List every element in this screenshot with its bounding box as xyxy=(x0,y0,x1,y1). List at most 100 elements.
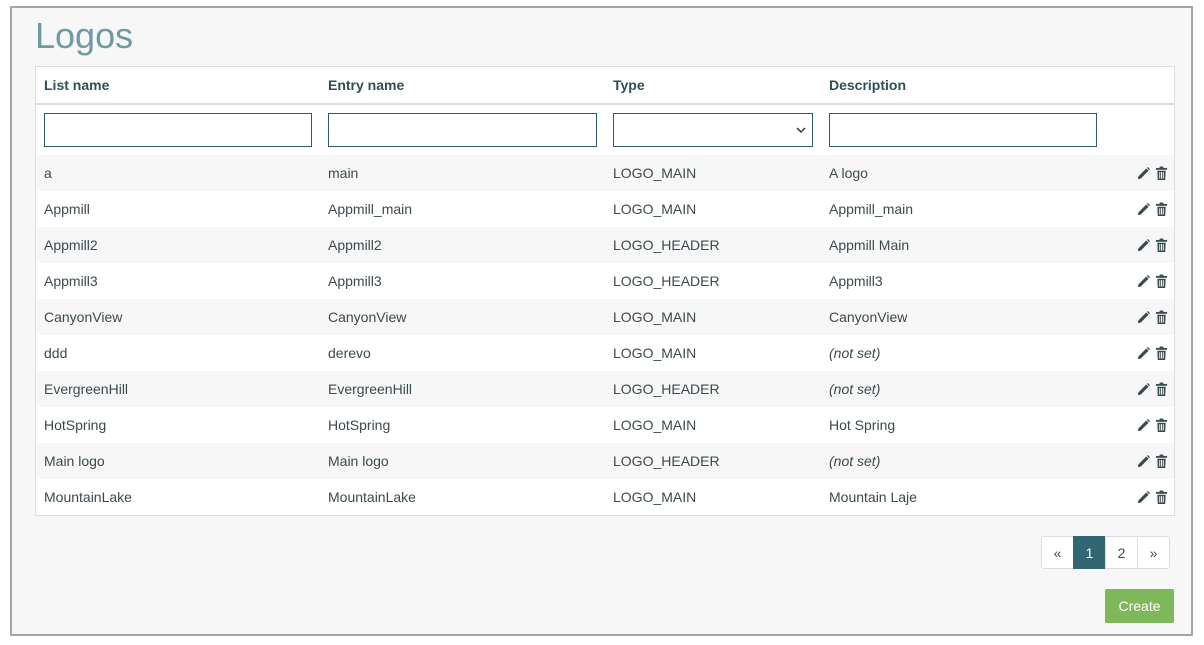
description-filter-input[interactable] xyxy=(829,113,1097,147)
column-header-description[interactable]: Description xyxy=(821,67,1104,105)
cell-actions xyxy=(1104,299,1174,335)
cell-description: CanyonView xyxy=(821,299,1104,335)
cell-entry-name: HotSpring xyxy=(320,407,605,443)
pencil-icon[interactable] xyxy=(1136,166,1151,182)
cell-list-name: EvergreenHill xyxy=(36,371,320,407)
trash-icon[interactable] xyxy=(1154,418,1168,434)
type-filter-select-wrapper xyxy=(613,113,813,147)
logos-table: List name Entry name Type Description a … xyxy=(36,67,1174,515)
cell-entry-name: Main logo xyxy=(320,443,605,479)
pencil-icon[interactable] xyxy=(1136,418,1151,434)
cell-description: (not set) xyxy=(821,371,1104,407)
cell-list-name: ddd xyxy=(36,335,320,371)
trash-icon[interactable] xyxy=(1154,274,1168,290)
cell-type: LOGO_MAIN xyxy=(605,479,821,515)
cell-entry-name: Appmill3 xyxy=(320,263,605,299)
table-row: EvergreenHill EvergreenHill LOGO_HEADER (no… xyxy=(36,371,1174,407)
cell-actions xyxy=(1104,263,1174,299)
cell-actions xyxy=(1104,479,1174,515)
pencil-icon[interactable] xyxy=(1136,310,1151,326)
pencil-icon[interactable] xyxy=(1136,382,1151,398)
trash-icon[interactable] xyxy=(1154,346,1168,362)
pagination: « 1 2 » xyxy=(1041,536,1170,569)
pencil-icon[interactable] xyxy=(1136,274,1151,290)
filter-cell-entry-name xyxy=(320,104,605,155)
cell-list-name: Main logo xyxy=(36,443,320,479)
cell-list-name: a xyxy=(36,155,320,191)
table-row: Appmill Appmill_main LOGO_MAIN Appmill_main xyxy=(36,191,1174,227)
filter-cell-type xyxy=(605,104,821,155)
cell-entry-name: EvergreenHill xyxy=(320,371,605,407)
logos-panel: Logos List name Entry name Type Descript… xyxy=(10,6,1193,636)
pencil-icon[interactable] xyxy=(1136,346,1151,362)
trash-icon[interactable] xyxy=(1154,202,1168,218)
filter-cell-description xyxy=(821,104,1104,155)
cell-type: LOGO_MAIN xyxy=(605,299,821,335)
table-row: Appmill2 Appmill2 LOGO_HEADER Appmill Main xyxy=(36,227,1174,263)
pencil-icon[interactable] xyxy=(1136,454,1151,470)
table-row: HotSpring HotSpring LOGO_MAIN Hot Spring xyxy=(36,407,1174,443)
cell-description: A logo xyxy=(821,155,1104,191)
cell-type: LOGO_HEADER xyxy=(605,263,821,299)
trash-icon[interactable] xyxy=(1154,310,1168,326)
column-header-entry-name[interactable]: Entry name xyxy=(320,67,605,105)
table-row: ddd derevo LOGO_MAIN (not set) xyxy=(36,335,1174,371)
cell-list-name: Appmill3 xyxy=(36,263,320,299)
page-title: Logos xyxy=(35,15,134,56)
cell-type: LOGO_HEADER xyxy=(605,443,821,479)
cell-actions xyxy=(1104,155,1174,191)
cell-actions xyxy=(1104,443,1174,479)
create-button[interactable]: Create xyxy=(1105,589,1174,623)
cell-type: LOGO_MAIN xyxy=(605,407,821,443)
trash-icon[interactable] xyxy=(1154,166,1168,182)
cell-entry-name: Appmill2 xyxy=(320,227,605,263)
trash-icon[interactable] xyxy=(1154,382,1168,398)
cell-actions xyxy=(1104,227,1174,263)
logos-table-body: a main LOGO_MAIN A logo Appmill Appmill_main L… xyxy=(36,155,1174,515)
list-name-filter-input[interactable] xyxy=(44,113,312,147)
table-row: CanyonView CanyonView LOGO_MAIN CanyonView xyxy=(36,299,1174,335)
cell-description: Appmill_main xyxy=(821,191,1104,227)
trash-icon[interactable] xyxy=(1154,490,1168,506)
pagination-prev-button[interactable]: « xyxy=(1041,536,1074,569)
cell-list-name: HotSpring xyxy=(36,407,320,443)
logos-grid: List name Entry name Type Description a … xyxy=(35,66,1175,516)
cell-entry-name: main xyxy=(320,155,605,191)
cell-type: LOGO_MAIN xyxy=(605,155,821,191)
cell-list-name: Appmill xyxy=(36,191,320,227)
entry-name-filter-input[interactable] xyxy=(328,113,597,147)
cell-list-name: Appmill2 xyxy=(36,227,320,263)
cell-entry-name: Appmill_main xyxy=(320,191,605,227)
cell-description: Mountain Laje xyxy=(821,479,1104,515)
filter-cell-list-name xyxy=(36,104,320,155)
pencil-icon[interactable] xyxy=(1136,202,1151,218)
cell-type: LOGO_MAIN xyxy=(605,335,821,371)
cell-actions xyxy=(1104,407,1174,443)
cell-description: Hot Spring xyxy=(821,407,1104,443)
filter-cell-actions xyxy=(1104,104,1174,155)
cell-entry-name: derevo xyxy=(320,335,605,371)
pencil-icon[interactable] xyxy=(1136,490,1151,506)
cell-entry-name: CanyonView xyxy=(320,299,605,335)
column-header-list-name[interactable]: List name xyxy=(36,67,320,105)
table-row: a main LOGO_MAIN A logo xyxy=(36,155,1174,191)
column-header-type[interactable]: Type xyxy=(605,67,821,105)
column-header-actions xyxy=(1104,67,1174,105)
pencil-icon[interactable] xyxy=(1136,238,1151,254)
cell-description: Appmill3 xyxy=(821,263,1104,299)
pagination-next-button[interactable]: » xyxy=(1137,536,1170,569)
pagination-page-1-button[interactable]: 1 xyxy=(1073,536,1106,569)
cell-actions xyxy=(1104,371,1174,407)
cell-actions xyxy=(1104,191,1174,227)
table-row: Appmill3 Appmill3 LOGO_HEADER Appmill3 xyxy=(36,263,1174,299)
cell-description: (not set) xyxy=(821,443,1104,479)
filter-row xyxy=(36,104,1174,155)
cell-list-name: MountainLake xyxy=(36,479,320,515)
trash-icon[interactable] xyxy=(1154,454,1168,470)
cell-actions xyxy=(1104,335,1174,371)
type-filter-select[interactable] xyxy=(613,113,813,147)
cell-list-name: CanyonView xyxy=(36,299,320,335)
pagination-page-2-button[interactable]: 2 xyxy=(1105,536,1138,569)
trash-icon[interactable] xyxy=(1154,238,1168,254)
cell-type: LOGO_HEADER xyxy=(605,227,821,263)
